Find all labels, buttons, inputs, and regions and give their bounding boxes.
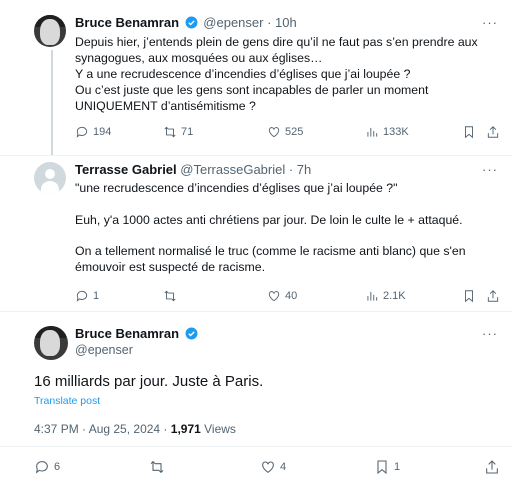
reply-count: 194 (93, 126, 112, 138)
tweet-text: Depuis hier, j’entends plein de gens dir… (75, 34, 500, 114)
views-button[interactable]: 2.1K (365, 289, 406, 303)
bookmark-icon (465, 290, 473, 303)
post-time[interactable]: 10h (275, 15, 297, 30)
tweet-header: Terrasse Gabriel @TerrasseGabriel · 7h (75, 162, 311, 177)
author-name[interactable]: Bruce Benamran (75, 326, 179, 341)
author-name[interactable]: Bruce Benamran (75, 15, 179, 30)
post-timestamp[interactable]: 4:37 PM · Aug 25, 2024 · (34, 422, 171, 436)
repost-icon (150, 460, 164, 474)
repost-button[interactable]: 71 (163, 125, 193, 139)
tweet-line: Depuis hier, j’entends plein de gens dir… (75, 35, 478, 49)
views-chart-icon (367, 291, 378, 301)
separator-dot: · (263, 15, 276, 30)
post-time[interactable]: 7h (297, 162, 311, 177)
tweet-1[interactable]: Bruce Benamran @epenser · 10h ··· Depuis… (0, 0, 512, 155)
reply-icon (76, 126, 88, 138)
more-options-icon[interactable]: ··· (482, 15, 498, 30)
heart-icon (262, 461, 274, 473)
reply-icon (35, 461, 48, 474)
like-button[interactable]: 525 (267, 125, 303, 139)
action-bar: 1 40 2.1K (75, 289, 505, 307)
heart-icon (268, 127, 280, 138)
share-button[interactable] (486, 125, 500, 139)
views-chart-icon (367, 127, 378, 137)
bookmark-button[interactable] (462, 289, 476, 303)
view-count: 2.1K (383, 290, 406, 302)
tweet-line: synagogues, aux mosquées ou aux églises… (75, 51, 323, 65)
view-count: 133K (383, 126, 409, 138)
verified-badge-icon (185, 327, 198, 340)
repost-icon (164, 290, 176, 302)
main-avatar[interactable] (34, 326, 68, 360)
bookmark-button[interactable]: 1 (374, 459, 400, 475)
views-button[interactable]: 133K (365, 125, 409, 139)
verified-badge-icon (185, 16, 198, 29)
main-tweet-text: 16 milliards par jour. Juste à Paris. (34, 373, 264, 390)
tweet-line (75, 228, 500, 244)
author-name[interactable]: Terrasse Gabriel (75, 162, 177, 177)
bookmark-icon (377, 460, 387, 475)
divider (0, 311, 512, 312)
bookmark-button[interactable] (462, 125, 476, 139)
reply-count: 6 (54, 461, 61, 473)
like-button[interactable]: 40 (267, 289, 297, 303)
tweet-text: "une recrudescence d’incendies d’églises… (75, 181, 500, 276)
bookmark-count: 1 (394, 461, 401, 473)
main-action-bar: 6 4 1 (34, 459, 504, 481)
tweet-line: Y a une recrudescence d’incendies d’égli… (75, 67, 411, 81)
share-icon (487, 290, 499, 302)
share-button[interactable] (484, 459, 500, 475)
heart-icon (268, 291, 280, 302)
tweet-line: Ou c’est juste que les gens sont incapab… (75, 83, 429, 97)
tweet-line: UNIQUEMENT d’antisémitisme ? (75, 99, 256, 113)
avatar-default[interactable] (34, 162, 66, 194)
divider (0, 446, 512, 447)
tweet-line: On a tellement normalisé le truc (comme … (75, 244, 466, 259)
tweet-line: "une recrudescence d’incendies d’églises… (75, 181, 398, 195)
more-options-icon[interactable]: ··· (482, 162, 498, 177)
views-label: Views (200, 422, 236, 436)
author-handle[interactable]: @epenser (203, 15, 263, 30)
views-count: 1,971 (170, 422, 201, 436)
main-author-handle[interactable]: @epenser (75, 343, 133, 357)
repost-count: 71 (181, 126, 194, 138)
repost-button[interactable] (149, 459, 165, 475)
bookmark-icon (465, 126, 473, 139)
like-count: 40 (285, 290, 298, 302)
reply-icon (76, 290, 88, 302)
main-author-name-row: Bruce Benamran (75, 326, 200, 341)
share-button[interactable] (486, 289, 500, 303)
share-icon (487, 126, 499, 138)
tweet-line: Euh, y'a 1000 actes anti chrétiens par j… (75, 212, 463, 227)
avatar[interactable] (34, 15, 66, 47)
tweet-line: émouvoir est suspecté de racisme. (75, 259, 266, 274)
tweet-header: Bruce Benamran @epenser · 10h (75, 15, 297, 30)
translate-post-link[interactable]: Translate post (34, 395, 100, 407)
reply-button[interactable]: 1 (75, 289, 99, 303)
share-icon (486, 460, 498, 474)
tweet-2[interactable]: Terrasse Gabriel @TerrasseGabriel · 7h ·… (0, 152, 512, 310)
reply-button[interactable]: 6 (34, 459, 60, 475)
repost-icon (164, 126, 176, 138)
tweet-line (75, 197, 500, 213)
reply-button[interactable]: 194 (75, 125, 111, 139)
thread-line (51, 50, 53, 155)
more-options-icon[interactable]: ··· (482, 326, 498, 341)
post-meta: 4:37 PM · Aug 25, 2024 · 1,971 Views (34, 422, 236, 436)
separator-dot: · (285, 162, 297, 177)
author-handle[interactable]: @TerrasseGabriel (180, 162, 285, 177)
like-count: 4 (280, 461, 287, 473)
action-bar: 194 71 525 133K (75, 125, 505, 143)
like-count: 525 (285, 126, 304, 138)
repost-button[interactable] (163, 289, 177, 303)
like-button[interactable]: 4 (260, 459, 286, 475)
reply-count: 1 (93, 290, 100, 302)
divider (0, 155, 512, 156)
